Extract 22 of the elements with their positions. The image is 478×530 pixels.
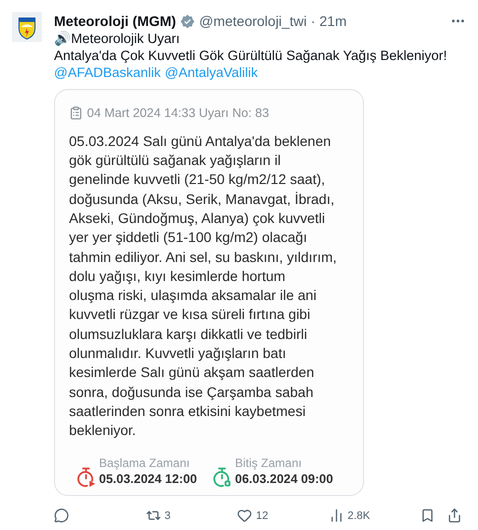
bookmark-icon[interactable]	[420, 508, 435, 524]
bar-chart-icon[interactable]	[328, 508, 344, 524]
heart-icon[interactable]	[237, 508, 252, 524]
post-time[interactable]: 21m	[319, 12, 347, 30]
reply-icon[interactable]	[54, 508, 69, 524]
share-icon[interactable]	[447, 508, 462, 524]
warning-text: 05.03.2024 Salı günü Antalya'da beklenen gök gürültülü sağanak yağışların il genelinde kuvvetli (21-50 kg/m2/12 saat), doğusunda (Aksu, Serik, Manavgat, İbradı, Akseki, Gündoğmuş, Alanya) çok kuvvetli yer yer şiddetli (51-100 kg/m2) olacağı tahmin ediliyor. Ani sel, su baskını, yıldırım, dolu yağışı, kıyı kesimlerde hortum oluşma riski, ulaşımda aksamalar ile ani kuvvetli rüzgar ve kısa süreli fırtına gibi olumsuzluklara karşı dikkatli ve tedbirli olunmalıdır. Kuvvetli yağışların batı kesimlerde Salı günü akşam saatlerden sonra, doğusunda ise Çarşamba sabah saatlerinden sonra etkisini kaybetmesi bekleniyor.	[69, 132, 338, 440]
post-text: Antalya'da Çok Kuvvetli Gök Gürültülü Sağanak Yağış Bekleniyor!	[54, 47, 448, 64]
action-count: 3	[164, 508, 171, 524]
action-count: 2.8K	[348, 508, 370, 524]
action-count: 12	[256, 508, 268, 524]
separator-dot: ·	[310, 12, 316, 30]
account-handle[interactable]: @meteoroloji_twi	[199, 12, 307, 30]
time-label: Başlama Zamanı	[99, 454, 191, 470]
card-header: 04 Mart 2024 14:33 Uyarı No: 83	[87, 105, 270, 122]
time-value: 05.03.2024 12:00	[99, 470, 198, 486]
post-text: 🔊Meteorolojik Uyarı	[54, 30, 181, 47]
time-value: 06.03.2024 09:00	[235, 470, 334, 486]
logo-icon	[12, 12, 42, 42]
time-label: Bitiş Zamanı	[235, 454, 303, 470]
account-name[interactable]: Meteoroloji (MGM)	[54, 12, 176, 30]
clipboard-icon	[69, 106, 83, 120]
